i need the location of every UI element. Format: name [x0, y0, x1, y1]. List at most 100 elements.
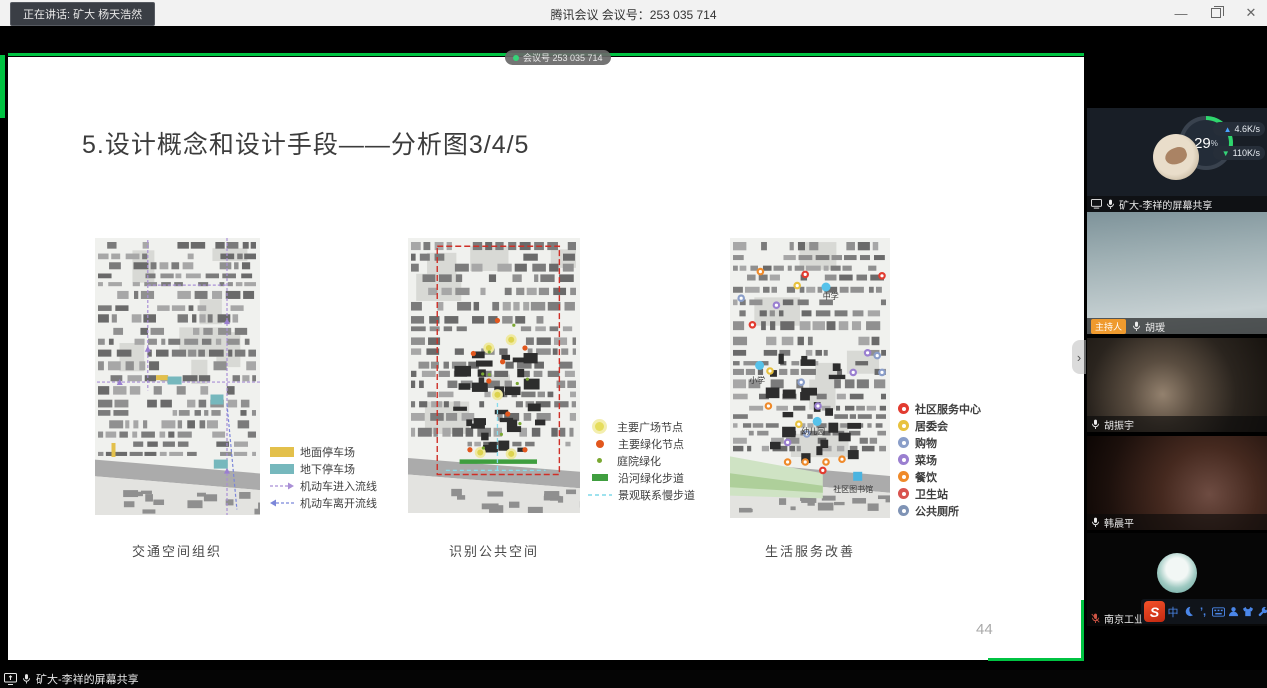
video-tile-participant[interactable]: 韩晨平 [1087, 436, 1267, 530]
upload-speed-badge: ▲ 4.6K/s [1213, 122, 1265, 136]
mic-icon [1091, 419, 1100, 430]
sharing-status-label: 矿大-李祥的屏幕共享 [36, 671, 139, 687]
legend-item: 餐饮 [898, 468, 981, 485]
swatch-plaza-node [595, 422, 604, 431]
legend-item: 菜场 [898, 451, 981, 468]
legend-item: 居委会 [898, 417, 981, 434]
meeting-id-badge: 会议号 253 035 714 [505, 50, 611, 65]
participant-label: 主持人 胡瑷 [1087, 318, 1267, 334]
screen-share-icon [1091, 199, 1102, 209]
window-titlebar: 腾讯会议 会议号：253 035 714 — ✕ [0, 0, 1267, 26]
upload-speed: 4.6K/s [1234, 124, 1260, 134]
legend-item: 社区服务中心 [898, 400, 981, 417]
legend-item: 卫生站 [898, 485, 981, 502]
swatch-surface-parking [270, 447, 294, 457]
swatch-inflow-line [270, 481, 294, 491]
map-label-middle-school: 中学 [823, 291, 839, 302]
download-speed: 110K/s [1233, 148, 1260, 158]
swatch-landscape-path [588, 491, 612, 499]
sidebar-collapse-handle[interactable]: › [1072, 340, 1086, 374]
meeting-live-dot [513, 55, 519, 61]
swatch-community-center [898, 403, 909, 414]
map-label-kindergarten: 幼儿园 [801, 426, 825, 437]
share-border-bottom [988, 658, 1084, 661]
ime-toolbox-icon[interactable] [1256, 603, 1267, 621]
ime-punctuation-icon[interactable]: ’, [1196, 603, 1210, 621]
legend-item: 地下停车场 [270, 460, 377, 477]
participant-name: 矿大-李祥的屏幕共享 [1119, 197, 1212, 212]
participant-name: 胡瑷 [1145, 319, 1165, 334]
meeting-id-label: 会议号 253 035 714 [523, 51, 603, 64]
map-public-space [408, 238, 580, 513]
screen-share-icon [4, 673, 17, 685]
legend-item: 地面停车场 [270, 443, 377, 460]
sogou-logo[interactable]: S [1144, 601, 1165, 622]
swatch-courtyard-green [597, 458, 602, 463]
meeting-window: 腾讯会议 会议号：253 035 714 — ✕ 正在讲话: 矿大 杨天浩然 会… [0, 0, 1267, 688]
minimize-button[interactable]: — [1173, 6, 1189, 21]
avatar [1153, 134, 1199, 180]
swatch-shopping [898, 437, 909, 448]
legend-item: 庭院绿化 [588, 452, 695, 469]
slide-title: 5.设计概念和设计手段——分析图3/4/5 [82, 125, 529, 161]
ime-skin-icon[interactable] [1241, 603, 1255, 621]
ime-keyboard-icon[interactable] [1211, 603, 1225, 621]
legend-item: 公共厕所 [898, 502, 981, 519]
video-tile-sharer[interactable]: 29% ▲ 4.6K/s ▼ 110K/s 矿大-李祥的屏幕共享 [1087, 108, 1267, 212]
mic-icon [1106, 199, 1115, 210]
caption-public-space: 识别公共空间 [409, 541, 579, 560]
host-badge: 主持人 [1091, 319, 1126, 334]
presentation-slide: 5.设计概念和设计手段——分析图3/4/5 中学 小学 幼儿园 社区图书馆 地面… [8, 57, 1084, 660]
participant-label: 胡振宇 [1087, 416, 1267, 432]
legend-traffic: 地面停车场 地下停车场 机动车进入流线 机动车离开流线 [270, 443, 377, 511]
download-arrow-icon: ▼ [1222, 149, 1230, 158]
speaking-indicator: 正在讲话: 矿大 杨天浩然 [10, 2, 155, 26]
caption-traffic: 交通空间组织 [92, 541, 262, 560]
legend-item: 主要绿化节点 [588, 435, 695, 452]
swatch-dining [898, 471, 909, 482]
upload-arrow-icon: ▲ [1224, 125, 1232, 134]
caption-services: 生活服务改善 [725, 541, 895, 560]
video-tile-participant[interactable]: 胡振宇 [1087, 338, 1267, 432]
close-button[interactable]: ✕ [1243, 5, 1259, 21]
legend-item: 购物 [898, 434, 981, 451]
map-services-wrap: 中学 小学 幼儿园 社区图书馆 [730, 238, 890, 518]
participants-sidebar: 29% ▲ 4.6K/s ▼ 110K/s 矿大-李祥的屏幕共享 主持人 胡瑷 [1087, 26, 1267, 688]
mic-icon [22, 673, 31, 685]
legend-public-space: 主要广场节点 主要绿化节点 庭院绿化 沿河绿化步道 景观联系慢步道 [588, 418, 695, 503]
swatch-green-node [596, 440, 604, 448]
ime-fullhalf-moon-icon[interactable] [1181, 603, 1195, 621]
swatch-residents-committee [898, 420, 909, 431]
participant-name: 胡振宇 [1104, 417, 1134, 432]
map-traffic-organization [95, 238, 260, 515]
legend-item: 主要广场节点 [588, 418, 695, 435]
slide-page-number: 44 [976, 621, 993, 638]
participant-name: 韩晨平 [1104, 515, 1134, 530]
ime-user-icon[interactable] [1226, 603, 1240, 621]
bottom-status-bar: 矿大-李祥的屏幕共享 [0, 670, 1267, 688]
legend-item: 沿河绿化步道 [588, 469, 695, 486]
swatch-riverside-walk [592, 474, 608, 481]
mic-icon [1091, 517, 1100, 528]
legend-item: 机动车进入流线 [270, 477, 377, 494]
share-border-left [0, 55, 5, 118]
download-speed-badge: ▼ 110K/s [1213, 146, 1265, 160]
swatch-outflow-line [270, 498, 294, 508]
participant-label: 韩晨平 [1087, 514, 1267, 530]
swatch-health-station [898, 488, 909, 499]
swatch-public-toilet [898, 505, 909, 516]
participant-label: 矿大-李祥的屏幕共享 [1087, 196, 1267, 212]
swatch-underground-parking [270, 464, 294, 474]
mic-icon [1132, 321, 1141, 332]
share-border-right [1081, 600, 1084, 661]
legend-services: 社区服务中心 居委会 购物 菜场 餐饮 卫生站 [898, 400, 981, 519]
video-tile-host[interactable]: 主持人 胡瑷 [1087, 212, 1267, 334]
window-title: 腾讯会议 会议号：253 035 714 [0, 6, 1267, 23]
legend-item: 景观联系慢步道 [588, 486, 695, 503]
legend-item: 机动车离开流线 [270, 494, 377, 511]
restore-button[interactable] [1211, 8, 1221, 18]
avatar [1157, 553, 1197, 593]
map-label-community-library: 社区图书馆 [833, 484, 873, 495]
map-label-primary-school: 小学 [749, 375, 765, 386]
ime-lang-button[interactable]: 中 [1166, 603, 1180, 621]
